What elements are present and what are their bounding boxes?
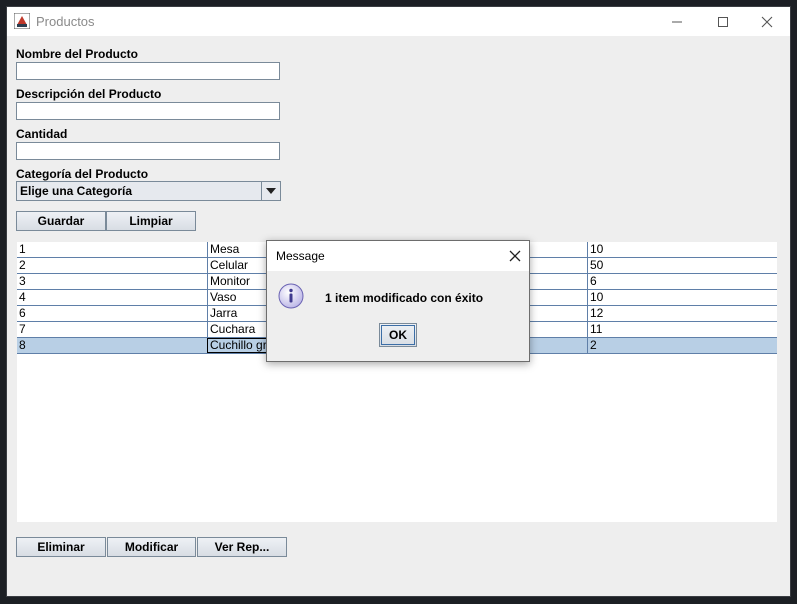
modificar-button[interactable]: Modificar	[107, 537, 196, 557]
close-window-button[interactable]	[744, 7, 790, 36]
title-bar: Productos	[7, 7, 790, 36]
cantidad-label: Cantidad	[16, 127, 68, 141]
limpiar-button[interactable]: Limpiar	[106, 211, 196, 231]
guardar-button[interactable]: Guardar	[16, 211, 106, 231]
info-icon	[278, 283, 304, 309]
java-app-icon	[14, 13, 30, 29]
nombre-label: Nombre del Producto	[16, 47, 139, 61]
descripcion-field[interactable]	[16, 102, 280, 120]
descripcion-label: Descripción del Producto	[16, 87, 162, 101]
categoria-select[interactable]: Elige una Categoría	[16, 181, 281, 201]
qty-cell: 50	[587, 258, 777, 273]
cantidad-field[interactable]	[16, 142, 280, 160]
dialog-message: 1 item modificado con éxito	[325, 291, 484, 305]
id-cell: 4	[19, 290, 26, 304]
categoria-selected-value: Elige una Categoría	[20, 184, 133, 198]
qty-cell: 6	[587, 274, 777, 289]
qty-cell: 12	[587, 306, 777, 321]
chevron-down-icon	[266, 188, 276, 194]
id-cell: 1	[19, 242, 26, 256]
id-cell: 2	[19, 258, 26, 272]
eliminar-button[interactable]: Eliminar	[16, 537, 106, 557]
dialog-title-bar: Message	[267, 241, 529, 271]
dialog-title: Message	[276, 249, 325, 263]
qty-cell: 11	[587, 322, 777, 337]
window-title: Productos	[36, 14, 95, 29]
minimize-icon	[672, 21, 682, 22]
id-cell: 7	[19, 322, 26, 336]
id-cell: 8	[19, 338, 26, 352]
categoria-dropdown-button[interactable]	[261, 182, 280, 200]
message-dialog: Message 1 item modificado con éxito OK	[266, 240, 530, 362]
maximize-button[interactable]	[700, 7, 746, 36]
qty-cell: 10	[587, 242, 777, 257]
ok-button[interactable]: OK	[379, 323, 417, 347]
qty-cell: 10	[587, 290, 777, 305]
qty-cell: 2	[587, 338, 777, 353]
close-icon	[761, 16, 773, 27]
nombre-field[interactable]	[16, 62, 280, 80]
close-icon[interactable]	[507, 248, 523, 264]
categoria-label: Categoría del Producto	[16, 167, 149, 181]
ver-reporte-button[interactable]: Ver Rep...	[197, 537, 287, 557]
id-cell: 6	[19, 306, 26, 320]
id-cell: 3	[19, 274, 26, 288]
maximize-icon	[718, 16, 728, 27]
minimize-button[interactable]	[654, 7, 700, 36]
